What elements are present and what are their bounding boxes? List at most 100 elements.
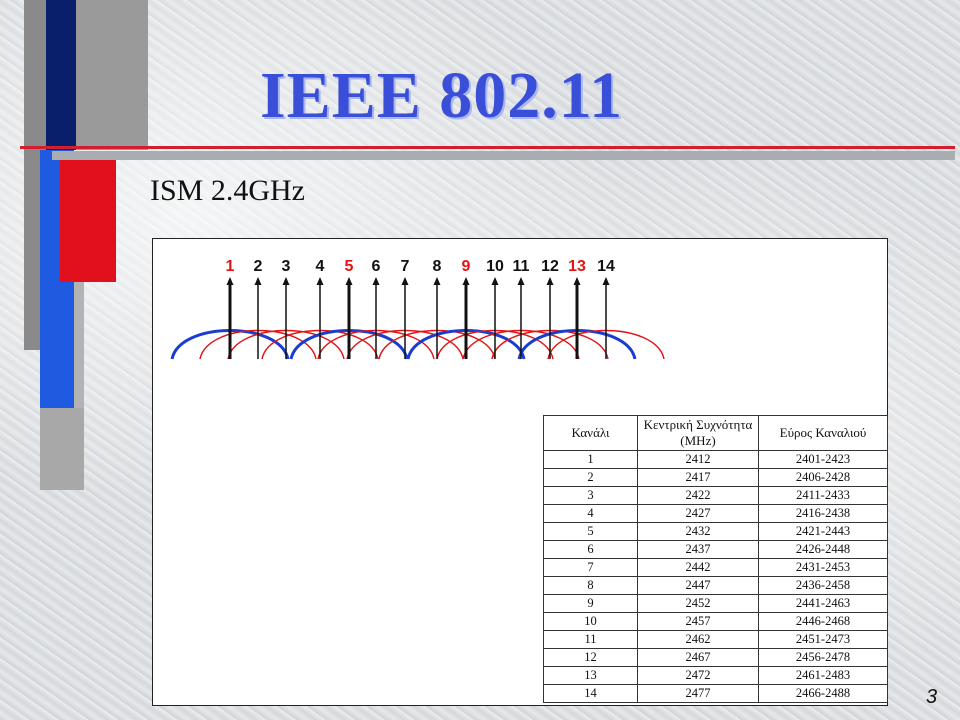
table-row: 10 2457 2446-2468 [543,612,888,631]
channel-number-cell: 13 [543,666,638,685]
arrow-head-icon [546,277,554,285]
table-row: 7 2442 2431-2453 [543,558,888,577]
channel-number-cell: 14 [543,684,638,703]
table-body: 1 2412 2401-2423 2 2417 2406-2428 3 2422 2411-24… [543,450,888,703]
channel-range-cell: 2401-2423 [758,450,888,469]
center-frequency-cell: 2462 [637,630,759,649]
table-row: 5 2432 2421-2443 [543,522,888,541]
center-frequency-cell: 2472 [637,666,759,685]
channel-range-cell: 2411-2433 [758,486,888,505]
arrow-head-icon [372,277,380,285]
center-frequency-cell: 2467 [637,648,759,667]
arrow-head-icon [517,277,525,285]
channel-label: 7 [401,258,410,275]
arrow-head-icon [254,277,262,285]
arrow-head-icon [226,277,234,285]
slide-title: IEEE 802.11 [260,59,624,132]
decor-bar-gray [76,0,148,150]
table-header-cell: Κανάλι [543,415,638,451]
channel-range-cell: 2431-2453 [758,558,888,577]
table-header-cell: Κεντρική Συχνότητα (MHz) [637,415,759,451]
center-frequency-cell: 2452 [637,594,759,613]
arrow-head-icon [282,277,290,285]
channel-label: 9 [462,258,471,275]
arrow-head-icon [491,277,499,285]
channel-number-cell: 12 [543,648,638,667]
center-frequency-cell: 2457 [637,612,759,631]
table-row: 12 2467 2456-2478 [543,648,888,667]
arrow-head-icon [433,277,441,285]
channel-label: 13 [568,258,586,275]
channel-label: 2 [254,258,263,275]
center-frequency-cell: 2437 [637,540,759,559]
center-frequency-cell: 2442 [637,558,759,577]
channel-label: 1 [226,258,235,275]
table-header-row: Κανάλι Κεντρική Συχνότητα (MHz) Εύρος Κα… [543,415,888,451]
table-row: 1 2412 2401-2423 [543,450,888,469]
table-row: 14 2477 2466-2488 [543,684,888,703]
arrow-head-icon [462,277,470,285]
table-row: 9 2452 2441-2463 [543,594,888,613]
channel-label: 10 [486,258,504,275]
table-row: 3 2422 2411-2433 [543,486,888,505]
arrow-head-icon [401,277,409,285]
channel-figure: 1 2 3 4 5 6 7 8 9 10 11 12 13 14 Κανάλι Κεντρική Συχν… [152,238,888,706]
channel-label: 4 [316,258,325,275]
channel-label: 14 [597,258,615,275]
decor-bar-navy [46,0,76,150]
channel-number-cell: 6 [543,540,638,559]
decor-bar-gray [40,408,84,490]
channel-label: 5 [345,258,354,275]
channel-label: 11 [513,258,530,275]
table-row: 2 2417 2406-2428 [543,468,888,487]
arrow-head-icon [602,277,610,285]
channel-number-cell: 7 [543,558,638,577]
channel-spectrum-diagram: 1 2 3 4 5 6 7 8 9 10 11 12 13 14 [170,258,665,360]
channel-range-cell: 2461-2483 [758,666,888,685]
channel-number-cell: 8 [543,576,638,595]
channel-range-cell: 2406-2428 [758,468,888,487]
slide-subtitle: ISM 2.4GHz [150,174,305,207]
table-row: 8 2447 2436-2458 [543,576,888,595]
channel-range-cell: 2446-2468 [758,612,888,631]
channel-range-cell: 2436-2458 [758,576,888,595]
center-frequency-cell: 2427 [637,504,759,523]
table-row: 4 2427 2416-2438 [543,504,888,523]
channel-number-cell: 5 [543,522,638,541]
channel-label: 8 [433,258,442,275]
channel-range-cell: 2426-2448 [758,540,888,559]
channel-range-cell: 2441-2463 [758,594,888,613]
channel-number-cell: 10 [543,612,638,631]
center-frequency-cell: 2412 [637,450,759,469]
channel-label: 6 [372,258,381,275]
center-frequency-cell: 2422 [637,486,759,505]
channel-range-cell: 2416-2438 [758,504,888,523]
center-frequency-cell: 2417 [637,468,759,487]
channel-range-cell: 2451-2473 [758,630,888,649]
page-number: 3 [926,686,938,708]
table-row: 6 2437 2426-2448 [543,540,888,559]
center-frequency-cell: 2477 [637,684,759,703]
center-frequency-cell: 2432 [637,522,759,541]
table-row: 11 2462 2451-2473 [543,630,888,649]
channel-range-cell: 2456-2478 [758,648,888,667]
arrow-head-icon [345,277,353,285]
channel-label: 3 [282,258,291,275]
title-rule-shadow [52,151,955,160]
table-header-cell: Εύρος Καναλιού [758,415,888,451]
channel-range-cell: 2421-2443 [758,522,888,541]
arrow-head-icon [573,277,581,285]
channel-number-cell: 11 [543,630,638,649]
center-frequency-cell: 2447 [637,576,759,595]
channel-number-cell: 1 [543,450,638,469]
channel-range-cell: 2466-2488 [758,684,888,703]
channel-number-cell: 2 [543,468,638,487]
channel-number-cell: 3 [543,486,638,505]
channel-number-cell: 9 [543,594,638,613]
table-row: 13 2472 2461-2483 [543,666,888,685]
channel-table: Κανάλι Κεντρική Συχνότητα (MHz) Εύρος Κα… [543,415,888,703]
arrow-head-icon [316,277,324,285]
channel-number-cell: 4 [543,504,638,523]
decor-bar-red [60,160,116,282]
title-rule [20,146,955,149]
